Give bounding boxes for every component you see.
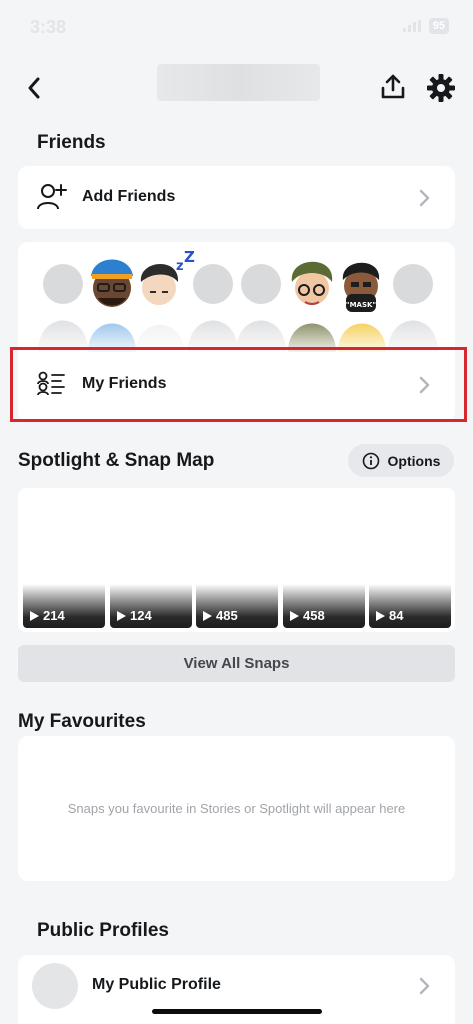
play-icon [203, 610, 212, 621]
play-icon [117, 610, 126, 621]
signal-icon [402, 20, 421, 32]
snap-view-count: 485 [203, 608, 238, 623]
back-button[interactable] [20, 74, 48, 102]
status-bar: 3:38 95 [0, 0, 473, 56]
profile-name-blurred [157, 64, 320, 101]
view-all-snaps-button[interactable]: View All Snaps [18, 645, 455, 682]
svg-text:"MASK": "MASK" [346, 301, 376, 309]
snap-thumbnail[interactable]: 124 [110, 584, 192, 628]
friends-section-title: Friends [37, 132, 106, 153]
add-friends-label: Add Friends [82, 188, 176, 205]
play-icon [376, 610, 385, 621]
home-indicator[interactable] [152, 1009, 322, 1014]
snap-thumbnail[interactable]: 485 [196, 584, 278, 628]
add-friend-icon [37, 184, 67, 210]
friends-bitmoji-strip: z Z "MASK" [18, 248, 455, 352]
gear-icon [427, 74, 455, 102]
play-icon [290, 610, 299, 621]
svg-text:Z: Z [184, 248, 195, 266]
chevron-left-icon [28, 77, 40, 99]
status-time: 3:38 [30, 17, 67, 37]
share-button[interactable] [378, 72, 408, 102]
favourites-empty-text: Snaps you favourite in Stories or Spotli… [67, 801, 406, 816]
my-friends-highlight-box [10, 347, 467, 422]
settings-button[interactable] [425, 72, 457, 104]
snap-view-count: 124 [117, 608, 152, 623]
info-icon [362, 452, 379, 469]
snap-thumbnail[interactable]: 458 [283, 584, 365, 628]
chevron-right-icon [419, 977, 430, 995]
favourites-card: Snaps you favourite in Stories or Spotli… [18, 736, 455, 881]
battery-level: 95 [428, 18, 449, 34]
my-public-profile-label: My Public Profile [92, 976, 221, 993]
favourites-section-title: My Favourites [18, 711, 146, 732]
public-profiles-section-title: Public Profiles [37, 920, 169, 941]
snap-thumbnail[interactable]: 214 [23, 584, 105, 628]
play-icon [30, 610, 39, 621]
options-label: Options [387, 452, 441, 469]
snap-view-count: 458 [290, 608, 325, 623]
spotlight-section-title: Spotlight & Snap Map [18, 450, 215, 471]
status-indicators: 95 [402, 18, 449, 34]
header [0, 56, 473, 120]
svg-text:z: z [176, 259, 184, 274]
snap-thumbnail[interactable]: 84 [369, 584, 451, 628]
options-button[interactable]: Options [348, 444, 454, 477]
add-friends-row[interactable]: Add Friends [18, 166, 455, 229]
spotlight-snaps-card: 214 124 485 458 84 [18, 488, 455, 632]
snap-view-count: 214 [30, 608, 65, 623]
share-icon [381, 74, 405, 99]
avatar [32, 963, 78, 1009]
snap-view-count: 84 [376, 608, 403, 623]
chevron-right-icon [419, 189, 430, 207]
